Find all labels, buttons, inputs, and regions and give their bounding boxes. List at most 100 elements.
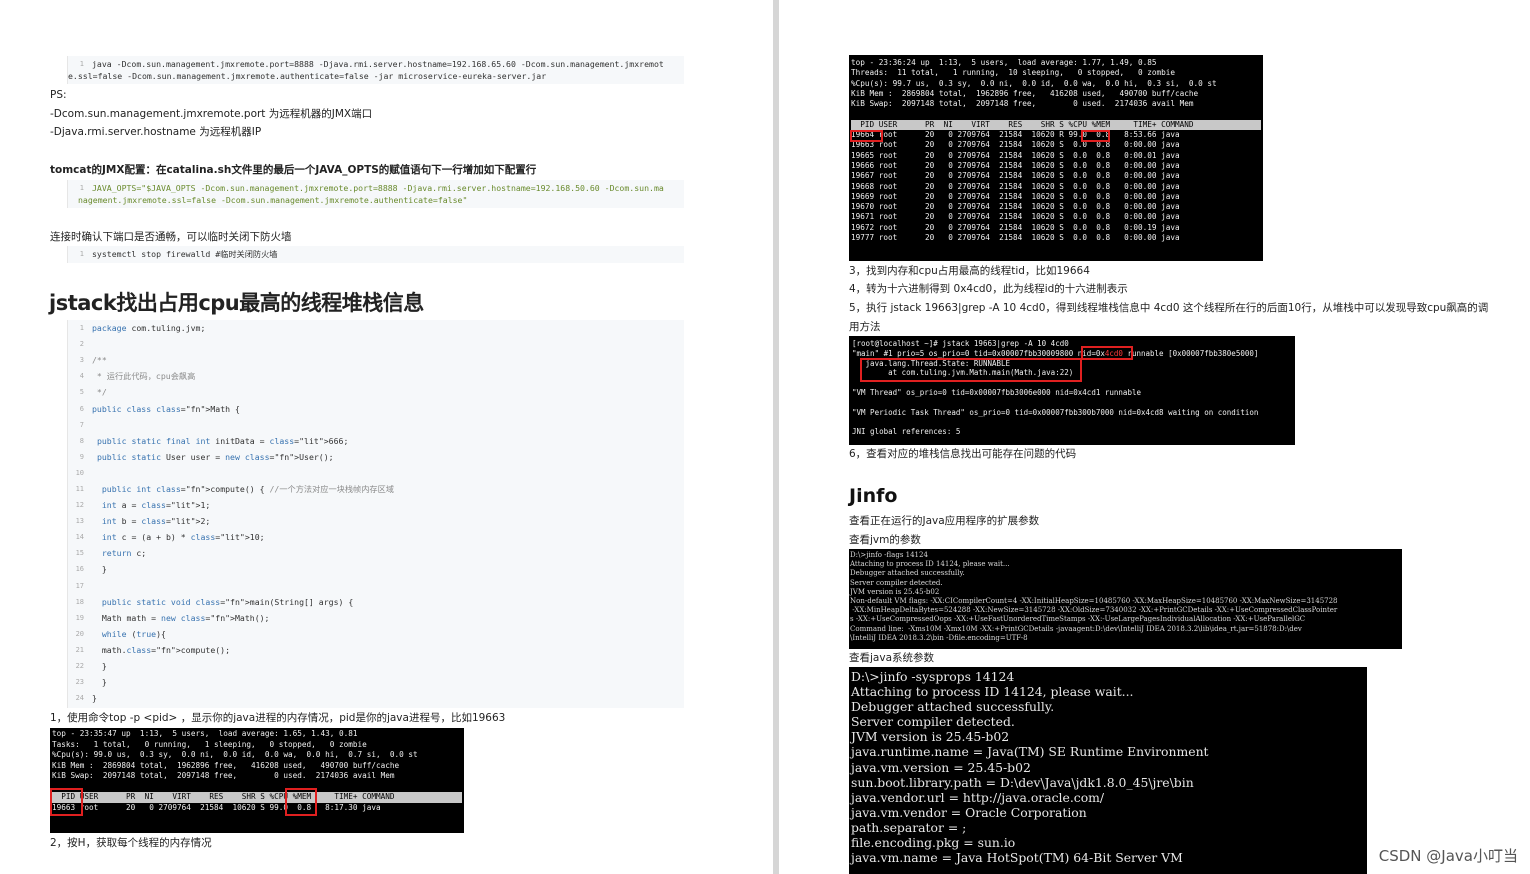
thread-cpu-highlight-box <box>1081 130 1110 142</box>
code-text: public static void class="fn">main(Strin… <box>101 596 354 607</box>
top1-line: top - 23:35:47 up 1:13, 5 users, load av… <box>52 729 358 738</box>
tomcat-heading: tomcat的JMX配置：在catalina.sh文件里的最后一个JAVA_OP… <box>50 164 537 176</box>
sys-params-label: 查看java系统参数 <box>849 652 934 664</box>
top2-line: %Cpu(s): 99.7 us, 0.3 sy, 0.0 ni, 0.0 id… <box>851 78 1217 88</box>
java-opts-line1: JAVA_OPTS="$JAVA_OPTS -Dcom.sun.manageme… <box>92 183 664 193</box>
code-text: while (true){ <box>101 628 166 639</box>
ps-line-hostname: -Djava.rmi.server.hostname 为远程机器IP <box>50 126 262 138</box>
step5-text-cont: 用方法 <box>849 321 881 333</box>
top-threads-screenshot: top - 23:36:24 up 1:13, 5 users, load av… <box>849 55 1263 261</box>
code-line: 3/** <box>79 355 107 366</box>
thread-row: 19666 root 20 0 2709764 21584 10620 S 0.… <box>851 160 1180 170</box>
step4-text: 4，转为十六进制得到 0x4cd0，此为线程id的十六进制表示 <box>849 283 1128 295</box>
thread-row: 19777 root 20 0 2709764 21584 10620 S 0.… <box>851 233 1180 243</box>
firewall-command: systemctl stop firewalld #临时关闭防火墙 <box>92 249 278 259</box>
firewall-command-block: 1 systemctl stop firewalld #临时关闭防火墙 <box>67 246 684 263</box>
flags-line: Debugger attached successfully. <box>850 569 965 578</box>
code-text: /** <box>92 355 107 366</box>
code-text: int c = (a + b) * class="lit">10; <box>101 532 265 543</box>
tid-highlight-box <box>850 130 883 142</box>
top1-line: %Cpu(s): 99.0 us, 0.3 sy, 0.0 ni, 0.0 id… <box>52 750 418 759</box>
code-text: Math math = new class="fn">Math(); <box>92 612 270 623</box>
top2-line: KiB Mem : 2869804 total, 1962896 free, 4… <box>851 88 1199 98</box>
jstack-output-screenshot: [root@localhost ~]# jstack 19663|grep -A… <box>849 336 1295 445</box>
code-line: 22 } <box>75 661 107 672</box>
sysprops-line: Debugger attached successfully. <box>851 699 1055 715</box>
code-line: 11 public int class="fn">compute() { //一… <box>75 483 394 494</box>
code-text: int b = class="lit">2; <box>101 516 211 527</box>
code-line: 13 int b = class="lit">2; <box>75 516 211 527</box>
code-line: 8 public static final int initData = cla… <box>79 435 349 446</box>
step3-text: 3，找到内存和cpu占用最高的线程tid，比如19664 <box>849 265 1090 277</box>
sysprops-line: Attaching to process ID 14124, please wa… <box>851 684 1134 700</box>
jstack-vm-thread: "VM Thread" os_prio=0 tid=0x00007fbb3006… <box>852 387 1141 397</box>
thread-row: 19672 root 20 0 2709764 21584 10620 S 0.… <box>851 222 1180 232</box>
step5-text: 5，执行 jstack 19663|grep -A 10 4cd0，得到线程堆栈… <box>849 302 1489 314</box>
code-line: 2 <box>79 340 84 349</box>
code-line: 1 package com.tuling.jvm; <box>79 323 206 334</box>
thread-row: 19667 root 20 0 2709764 21584 10620 S 0.… <box>851 171 1180 181</box>
top2-header: PID USER PR NI VIRT RES SHR S %CPU %MEM … <box>851 119 1261 131</box>
java-code-block: 1 package com.tuling.jvm; 2 3/** 4 * 运行此代码，c… <box>67 320 684 708</box>
flags-line: Server compiler detected. <box>850 578 943 587</box>
step1-text: 1，使用命令top -p <pid> ，显示你的java进程的内存情况，pid是… <box>50 712 506 724</box>
thread-row: 19663 root 20 0 2709764 21584 10620 S 0.… <box>851 140 1180 150</box>
pid-highlight-box <box>50 788 83 816</box>
code-line: 12 int a = class="lit">1; <box>75 500 211 511</box>
jmx-command-block: 1 java -Dcom.sun.management.jmxremote.por… <box>67 56 684 84</box>
sysprops-line: D:\>jinfo -sysprops 14124 <box>851 669 1015 684</box>
sysprops-line: java.vm.version = 25.45-b02 <box>851 759 1031 775</box>
sysprops-line: JVM version is 25.45-b02 <box>851 729 1010 745</box>
java-opts-line2: nagement.jmxremote.ssl=false -Dcom.sun.m… <box>78 195 468 205</box>
code-line: 15 return c; <box>75 548 147 559</box>
top1-line: KiB Swap: 2097148 total, 2097148 free, 0… <box>52 771 395 780</box>
jinfo-title: Jinfo <box>849 485 898 507</box>
flags-line: -XX:MinHeapDeltaBytes=524288 -XX:NewSize… <box>850 606 1338 615</box>
sysprops-line: file.encoding.pkg = sun.io <box>851 835 1016 851</box>
sysprops-line: Server compiler detected. <box>851 714 1015 730</box>
thread-row: 19669 root 20 0 2709764 21584 10620 S 0.… <box>851 191 1180 201</box>
jstack-jni: JNI global references: 5 <box>852 427 961 437</box>
code-text: public class class="fn">Math { <box>92 403 240 414</box>
jmx-command-line2: e.ssl=false -Dcom.sun.management.jmxremo… <box>68 71 547 81</box>
code-text: return c; <box>101 548 147 559</box>
cpu-highlight-box <box>285 788 317 816</box>
thread-row: 19670 root 20 0 2709764 21584 10620 S 0.… <box>851 202 1180 212</box>
code-text: math.class="fn">compute(); <box>92 644 231 655</box>
code-line: 18 public static void class="fn">main(St… <box>75 596 354 607</box>
csdn-watermark: CSDN @Java小叮当 <box>1378 847 1518 865</box>
top1-row: 19663 root 20 0 2709764 21584 10620 S 99… <box>52 802 381 812</box>
firewall-text: 连接时确认下端口是否通畅，可以临时关闭下防火墙 <box>50 231 292 243</box>
code-text: } <box>92 693 97 704</box>
code-line: 9 public static User user = new class="f… <box>79 451 334 462</box>
flags-line: JVM version is 25.45-b02 <box>850 587 940 596</box>
sysprops-line: java.runtime.name = Java(TM) SE Runtime … <box>851 744 1209 760</box>
flags-line: D:\>jinfo -flags 14124 <box>850 551 928 559</box>
sysprops-line: java.vendor.url = http://java.oracle.com… <box>851 789 1105 805</box>
flags-line: \IntelliJ IDEA 2018.3.2\bin -Dfile.encod… <box>850 633 1028 642</box>
top-process-screenshot: top - 23:35:47 up 1:13, 5 users, load av… <box>50 728 464 833</box>
top2-line: Threads: 11 total, 1 running, 10 sleepin… <box>851 68 1175 78</box>
right-document-page: top - 23:36:24 up 1:13, 5 users, load av… <box>779 0 1530 874</box>
code-text: } <box>92 677 107 688</box>
code-line: 5 */ <box>79 387 107 398</box>
flags-line: Non-default VM flags: -XX:CICompilerCoun… <box>850 597 1338 606</box>
jvm-params-label: 查看jvm的参数 <box>849 534 921 546</box>
sysprops-line: path.separator = ; <box>851 819 967 835</box>
code-line: 6 public class class="fn">Math { <box>79 403 240 414</box>
ps-label: PS: <box>50 89 67 101</box>
code-line: 24} <box>75 693 97 704</box>
code-text: package com.tuling.jvm; <box>92 323 206 334</box>
code-text: */ <box>92 387 107 398</box>
left-document-page: 1 java -Dcom.sun.management.jmxremote.por… <box>0 0 773 874</box>
code-line: 7 <box>79 420 84 429</box>
top2-rows: 19664 root 20 0 2709764 21584 10620 R 99… <box>851 130 1261 243</box>
jstack-vm-periodic: "VM Periodic Task Thread" os_prio=0 tid=… <box>852 407 1259 417</box>
code-line: 4 * 运行此代码，cpu会飙高 <box>79 371 196 382</box>
step6-text: 6，查看对应的堆栈信息找出可能存在问题的代码 <box>849 448 1077 460</box>
jinfo-sysprops-screenshot: D:\>jinfo -sysprops 14124 Attaching to pr… <box>849 667 1367 874</box>
code-text: } <box>92 564 107 575</box>
code-line: 19 Math math = new class="fn">Math(); <box>75 612 270 623</box>
top1-line: KiB Mem : 2869804 total, 1962896 free, 4… <box>52 760 400 770</box>
jstack-prompt: [root@localhost ~]# jstack 19663|grep -A… <box>852 339 1069 348</box>
